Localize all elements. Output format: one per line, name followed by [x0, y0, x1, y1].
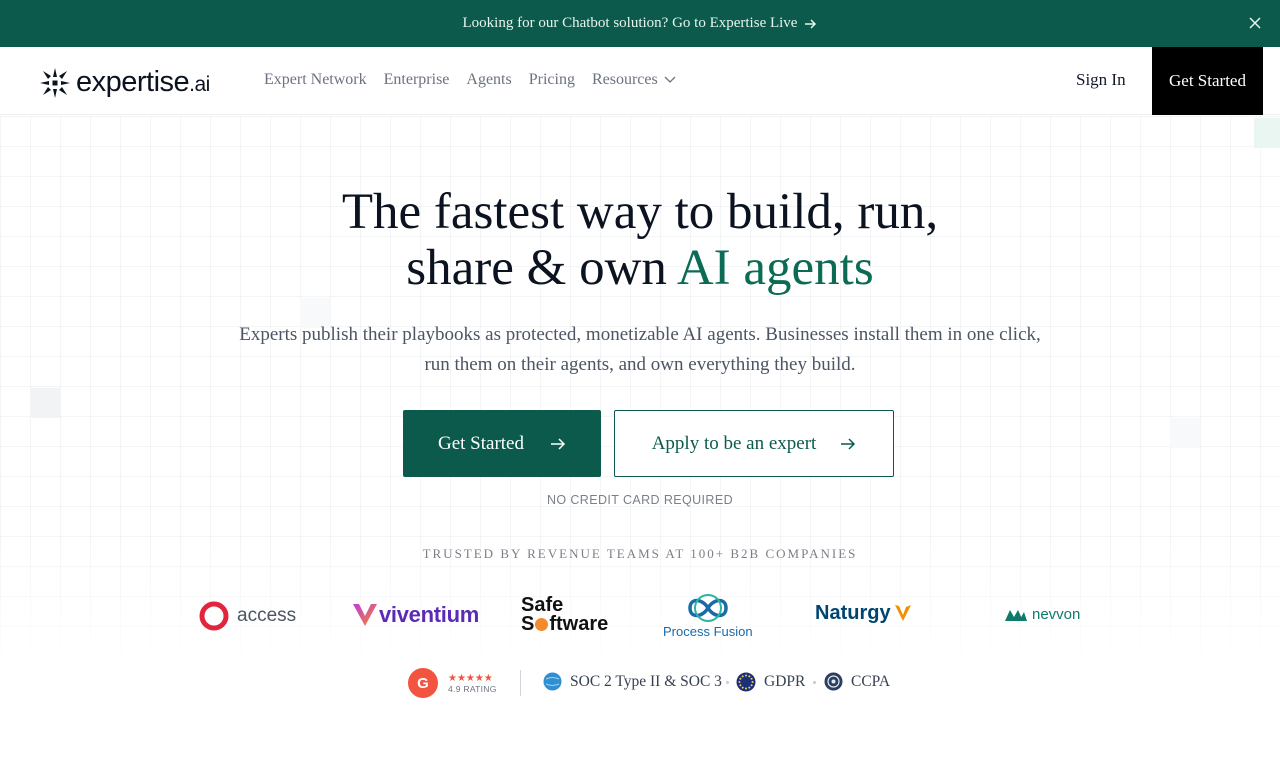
logo-naturgy: Naturgy: [815, 602, 913, 625]
badge-divider: [520, 670, 521, 696]
logo-access: access: [199, 601, 296, 631]
announcement-text: Looking for our Chatbot solution? Go to …: [462, 15, 798, 31]
nav-agents[interactable]: Agents: [466, 71, 511, 89]
apply-expert-label: Apply to be an expert: [651, 432, 817, 454]
cert-gdpr: GDPR: [736, 672, 805, 692]
close-icon[interactable]: [1246, 14, 1264, 32]
badge-dot: [726, 681, 729, 684]
g2-rating-badge: G ★★★★★ 4.9 RATING: [408, 668, 497, 698]
process-fusion-infinity-icon: [688, 594, 728, 622]
badge-dot: [813, 681, 816, 684]
announcement-bar: Looking for our Chatbot solution? Go to …: [0, 0, 1280, 47]
nav-expert-network[interactable]: Expert Network: [264, 71, 367, 89]
apply-expert-button[interactable]: Apply to be an expert: [614, 410, 894, 477]
brand-wordmark: expertise.ai: [76, 66, 210, 98]
g2-rating-text: ★★★★★ 4.9 RATING: [448, 673, 497, 694]
hero-headline: The fastest way to build, run, share & o…: [0, 184, 1280, 296]
expertise-logo-icon: [40, 67, 70, 98]
g2-rating-value: 4.9 RATING: [448, 683, 497, 694]
hero-subtitle: Experts publish their playbooks as prote…: [0, 320, 1280, 380]
cert-soc: SOC 2 Type II & SOC 3: [543, 672, 722, 691]
g2-logo-icon: G: [408, 668, 438, 698]
trust-badges: G ★★★★★ 4.9 RATING SOC 2 Type II & SOC 3…: [0, 666, 1280, 700]
nav-resources[interactable]: Resources: [592, 71, 676, 89]
headline-line-2: share & own: [406, 240, 677, 296]
safe-software-o-mark: [535, 618, 549, 631]
nav-pricing[interactable]: Pricing: [529, 71, 575, 89]
sign-in-link[interactable]: Sign In: [1076, 70, 1126, 90]
arrow-right-icon: [551, 437, 566, 450]
eu-stars-icon: [736, 672, 756, 692]
trusted-by-label: TRUSTED BY REVENUE TEAMS AT 100+ B2B COM…: [422, 546, 858, 561]
arrow-right-icon: [805, 18, 817, 29]
viventium-v-icon: [353, 604, 377, 626]
headline-line-1: The fastest way to build, run,: [341, 184, 939, 240]
no-credit-card-note: NO CREDIT CARD REQUIRED: [546, 493, 734, 507]
rating-stars-icon: ★★★★★: [448, 672, 493, 684]
access-ring-icon: [199, 601, 229, 631]
logo-nevvon: nevvon: [1004, 606, 1080, 623]
get-started-label: Get Started: [437, 432, 524, 454]
main-menu: Expert Network Enterprise Agents Pricing…: [264, 71, 676, 89]
naturgy-flame-icon: [894, 604, 911, 621]
nevvon-mark-icon: [1005, 609, 1027, 621]
top-nav: expertise.ai Expert Network Enterprise A…: [0, 47, 1280, 115]
ccpa-seal-icon: [824, 672, 843, 691]
grid-tile: [30, 388, 60, 418]
subtitle-line-1: Experts publish their playbooks as prote…: [239, 324, 1041, 345]
chevron-down-icon: [664, 76, 676, 83]
get-started-button[interactable]: Get Started: [403, 410, 601, 477]
arrow-right-icon: [841, 437, 856, 450]
subtitle-line-2: run them on their agents, and own everyt…: [424, 354, 856, 375]
brand-logo[interactable]: expertise.ai: [40, 66, 210, 99]
grid-tile: [1254, 118, 1280, 148]
headline-accent: AI agents: [676, 240, 874, 296]
soc-globe-icon: [543, 672, 562, 691]
grid-tile: [1170, 418, 1200, 448]
nav-enterprise[interactable]: Enterprise: [384, 71, 450, 89]
nav-resources-label: Resources: [591, 71, 658, 88]
logo-process-fusion: Process Fusion: [663, 594, 753, 639]
announcement-link[interactable]: Looking for our Chatbot solution? Go to …: [463, 15, 818, 32]
logo-viventium: viventium: [351, 602, 479, 628]
nav-get-started-button[interactable]: Get Started: [1152, 47, 1263, 115]
logo-safe-software: Safe Sftware: [521, 594, 609, 635]
cert-ccpa: CCPA: [824, 672, 890, 691]
